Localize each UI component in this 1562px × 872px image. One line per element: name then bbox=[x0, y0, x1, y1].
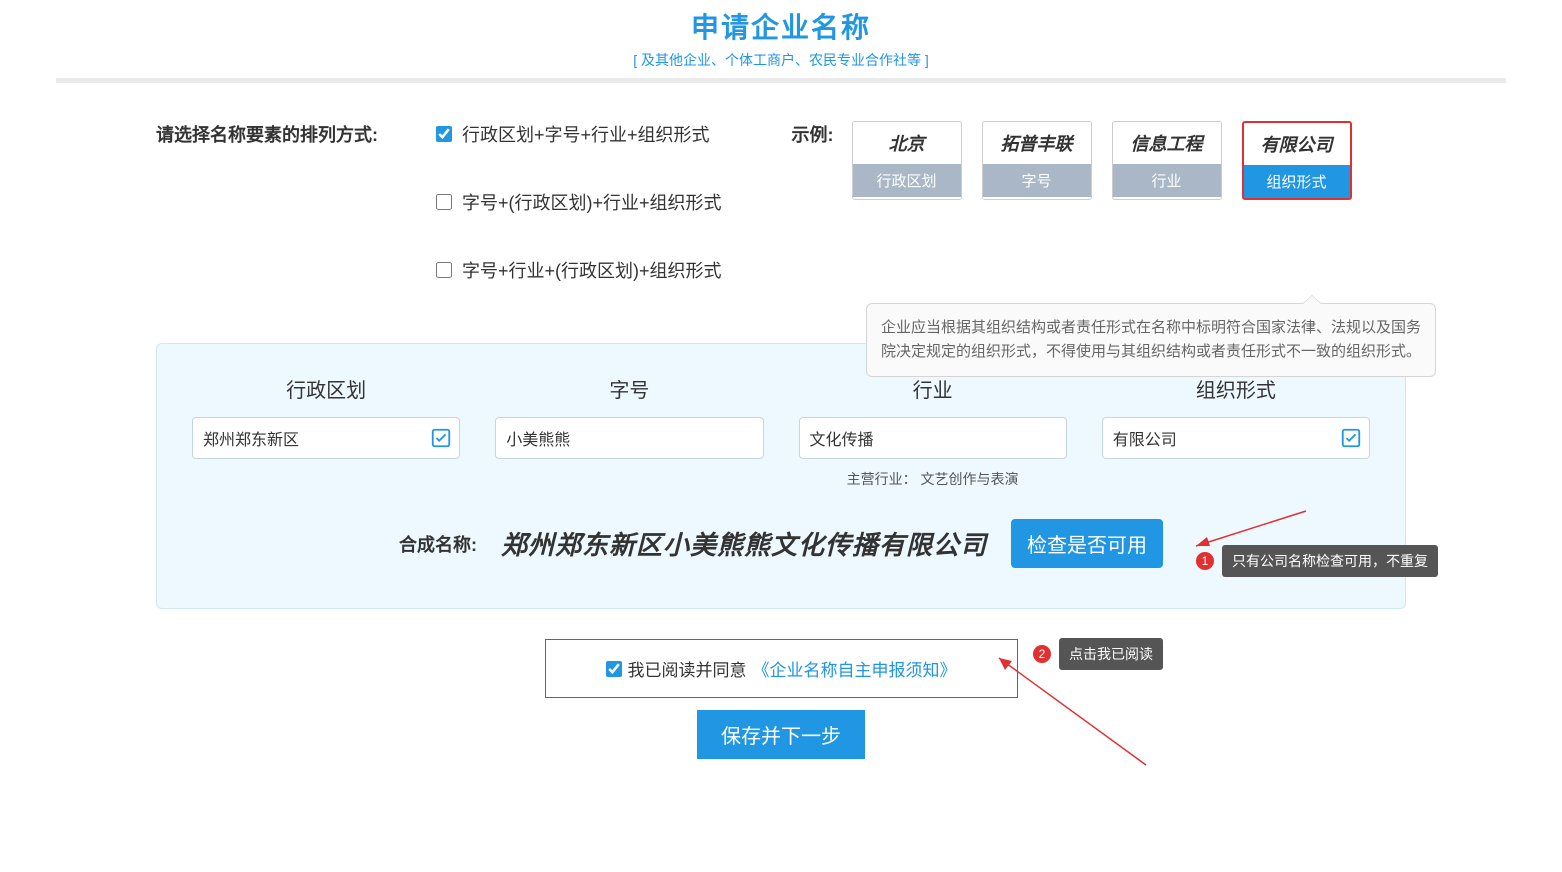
page-title: 申请企业名称 bbox=[56, 6, 1506, 46]
annotation-2: 2 点击我已阅读 bbox=[1033, 638, 1163, 670]
example-block-org-bot: 组织形式 bbox=[1244, 165, 1350, 198]
annotation-2-badge: 2 bbox=[1033, 645, 1051, 663]
example-blocks: 北京 行政区划 拓普丰联 字号 信息工程 行业 有限公司 组织形式 bbox=[852, 121, 1352, 200]
composed-name: 郑州郑东新区小美熊熊文化传播有限公司 bbox=[501, 525, 987, 562]
example-tooltip: 企业应当根据其组织结构或者责任形式在名称中标明符合国家法律、法规以及国务院决定规… bbox=[866, 303, 1436, 377]
consent-box: 我已阅读并同意 《企业名称自主申报须知》 bbox=[545, 639, 1018, 698]
save-next-button[interactable]: 保存并下一步 bbox=[697, 710, 865, 759]
example-block-region[interactable]: 北京 行政区划 bbox=[852, 121, 962, 200]
example-label: 示例: bbox=[792, 121, 834, 147]
example-tooltip-text: 企业应当根据其组织结构或者责任形式在名称中标明符合国家法律、法规以及国务院决定规… bbox=[881, 319, 1421, 360]
example-block-region-bot: 行政区划 bbox=[853, 164, 961, 197]
arrange-option-1[interactable]: 行政区划+字号+行业+组织形式 bbox=[436, 121, 722, 147]
annotation-1: 1 只有公司名称检查可用，不重复 bbox=[1196, 545, 1438, 577]
org-input[interactable] bbox=[1102, 417, 1370, 459]
example-block-name-bot: 字号 bbox=[983, 164, 1091, 197]
main-industry-note: 主营行业： 文艺创作与表演 bbox=[847, 469, 1019, 489]
annotation-1-text: 只有公司名称检查可用，不重复 bbox=[1222, 545, 1438, 577]
example-block-industry[interactable]: 信息工程 行业 bbox=[1112, 121, 1222, 200]
consent-link[interactable]: 《企业名称自主申报须知》 bbox=[753, 656, 957, 681]
arrange-checkbox-1[interactable] bbox=[436, 126, 452, 142]
consent-checkbox[interactable] bbox=[606, 661, 622, 677]
example-block-industry-bot: 行业 bbox=[1113, 164, 1221, 197]
arrange-label: 请选择名称要素的排列方式: bbox=[156, 121, 396, 147]
example-block-industry-top: 信息工程 bbox=[1113, 122, 1221, 164]
select-icon[interactable] bbox=[1340, 427, 1362, 449]
composed-label: 合成名称: bbox=[399, 531, 477, 557]
arrange-checkbox-3[interactable] bbox=[436, 262, 452, 278]
annotation-1-badge: 1 bbox=[1196, 552, 1214, 570]
arrange-options: 行政区划+字号+行业+组织形式 字号+(行政区划)+行业+组织形式 字号+行业+… bbox=[436, 121, 722, 283]
arrange-option-2[interactable]: 字号+(行政区划)+行业+组织形式 bbox=[436, 189, 722, 215]
arrange-option-2-label: 字号+(行政区划)+行业+组织形式 bbox=[462, 189, 722, 215]
arrange-option-3-label: 字号+行业+(行政区划)+组织形式 bbox=[462, 257, 722, 283]
example-block-name[interactable]: 拓普丰联 字号 bbox=[982, 121, 1092, 200]
col-industry-title: 行业 bbox=[913, 374, 953, 403]
page-subtitle: [ 及其他企业、个体工商户、农民专业合作社等 ] bbox=[56, 50, 1506, 70]
arrange-option-3[interactable]: 字号+行业+(行政区划)+组织形式 bbox=[436, 257, 722, 283]
consent-prefix: 我已阅读并同意 bbox=[628, 656, 747, 681]
region-input[interactable] bbox=[192, 417, 460, 459]
col-brand-title: 字号 bbox=[609, 374, 649, 403]
arrange-checkbox-2[interactable] bbox=[436, 194, 452, 210]
select-icon[interactable] bbox=[430, 427, 452, 449]
check-availability-button[interactable]: 检查是否可用 bbox=[1011, 519, 1163, 568]
example-block-region-top: 北京 bbox=[853, 122, 961, 164]
brand-input[interactable] bbox=[495, 417, 763, 459]
example-block-org-top: 有限公司 bbox=[1244, 123, 1350, 165]
example-block-name-top: 拓普丰联 bbox=[983, 122, 1091, 164]
header-block: 申请企业名称 [ 及其他企业、个体工商户、农民专业合作社等 ] bbox=[56, 0, 1506, 70]
annotation-2-text: 点击我已阅读 bbox=[1059, 638, 1163, 670]
arrange-option-1-label: 行政区划+字号+行业+组织形式 bbox=[462, 121, 710, 147]
example-block-org[interactable]: 有限公司 组织形式 bbox=[1242, 121, 1352, 200]
industry-input[interactable] bbox=[799, 417, 1067, 459]
col-org-title: 组织形式 bbox=[1196, 374, 1276, 403]
col-region-title: 行政区划 bbox=[286, 374, 366, 403]
